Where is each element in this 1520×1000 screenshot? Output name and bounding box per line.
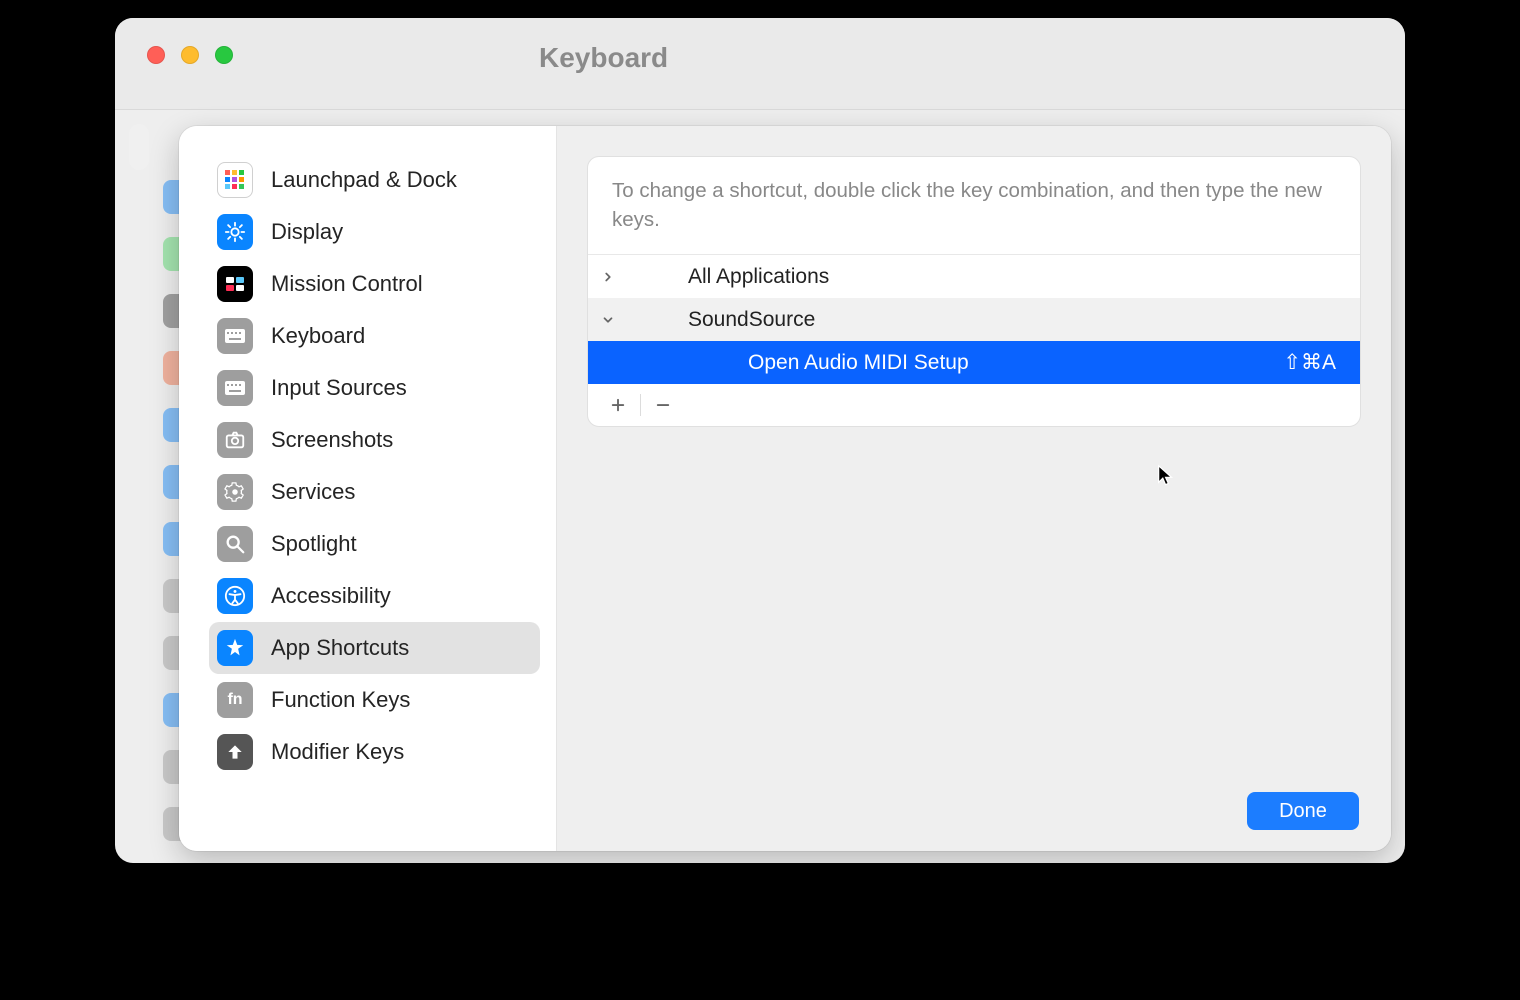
- add-shortcut-button[interactable]: [602, 389, 634, 421]
- sidebar-item-services[interactable]: Services: [209, 466, 540, 518]
- sidebar-item-input-sources[interactable]: Input Sources: [209, 362, 540, 414]
- sidebar-item-label: Keyboard: [271, 323, 365, 349]
- window-title: Keyboard: [539, 42, 668, 74]
- mission-control-icon: [217, 266, 253, 302]
- group-name: All Applications: [628, 265, 1360, 289]
- shortcut-group-row[interactable]: All Applications: [588, 255, 1360, 298]
- sidebar-item-label: Launchpad & Dock: [271, 167, 457, 193]
- sidebar-item-keyboard[interactable]: Keyboard: [209, 310, 540, 362]
- group-name: SoundSource: [628, 308, 1360, 332]
- sidebar-item-label: Screenshots: [271, 427, 393, 453]
- sidebar-item-launchpad-dock[interactable]: Launchpad & Dock: [209, 154, 540, 206]
- sidebar-item-screenshots[interactable]: Screenshots: [209, 414, 540, 466]
- display-icon: [217, 214, 253, 250]
- app-shortcuts-icon: [217, 630, 253, 666]
- sidebar-item-label: Services: [271, 479, 355, 505]
- sidebar-item-accessibility[interactable]: Accessibility: [209, 570, 540, 622]
- done-button[interactable]: Done: [1247, 792, 1359, 830]
- titlebar: Keyboard: [115, 18, 1405, 110]
- shortcuts-card: To change a shortcut, double click the k…: [587, 156, 1361, 427]
- remove-shortcut-button[interactable]: [647, 389, 679, 421]
- screenshots-icon: [217, 422, 253, 458]
- sidebar-item-label: Function Keys: [271, 687, 410, 713]
- sidebar-item-label: Accessibility: [271, 583, 391, 609]
- services-icon: [217, 474, 253, 510]
- chevron-down-icon: [588, 313, 628, 327]
- shortcuts-sheet: Launchpad & Dock Display Mission Control: [179, 126, 1391, 851]
- keyboard-icon: [217, 318, 253, 354]
- sidebar-item-label: Spotlight: [271, 531, 357, 557]
- sidebar: Launchpad & Dock Display Mission Control: [179, 126, 557, 851]
- launchpad-icon: [217, 162, 253, 198]
- cursor-icon: [1155, 464, 1177, 486]
- sidebar-item-label: App Shortcuts: [271, 635, 409, 661]
- help-text: To change a shortcut, double click the k…: [588, 157, 1360, 255]
- function-keys-icon: fn: [217, 682, 253, 718]
- spotlight-icon: [217, 526, 253, 562]
- minimize-window-button[interactable]: [181, 46, 199, 64]
- sidebar-item-modifier-keys[interactable]: Modifier Keys: [209, 726, 540, 778]
- sidebar-item-display[interactable]: Display: [209, 206, 540, 258]
- sidebar-item-label: Display: [271, 219, 343, 245]
- shortcut-group-row[interactable]: SoundSource: [588, 298, 1360, 341]
- preferences-window: Keyboard: [115, 18, 1405, 863]
- sidebar-item-label: Modifier Keys: [271, 739, 404, 765]
- shortcut-keys[interactable]: ⇧⌘A: [1240, 350, 1360, 375]
- modifier-keys-icon: [217, 734, 253, 770]
- sidebar-item-function-keys[interactable]: fn Function Keys: [209, 674, 540, 726]
- input-sources-icon: [217, 370, 253, 406]
- sidebar-item-label: Input Sources: [271, 375, 407, 401]
- shortcut-name: Open Audio MIDI Setup: [628, 351, 1240, 375]
- accessibility-icon: [217, 578, 253, 614]
- sidebar-item-spotlight[interactable]: Spotlight: [209, 518, 540, 570]
- sidebar-item-app-shortcuts[interactable]: App Shortcuts: [209, 622, 540, 674]
- shortcuts-pane: To change a shortcut, double click the k…: [557, 126, 1391, 851]
- chevron-right-icon: [588, 270, 628, 284]
- background-search-field: [129, 124, 149, 170]
- separator: [640, 394, 641, 416]
- sidebar-item-label: Mission Control: [271, 271, 423, 297]
- shortcut-row-selected[interactable]: Open Audio MIDI Setup ⇧⌘A: [588, 341, 1360, 384]
- zoom-window-button[interactable]: [215, 46, 233, 64]
- close-window-button[interactable]: [147, 46, 165, 64]
- sidebar-item-mission-control[interactable]: Mission Control: [209, 258, 540, 310]
